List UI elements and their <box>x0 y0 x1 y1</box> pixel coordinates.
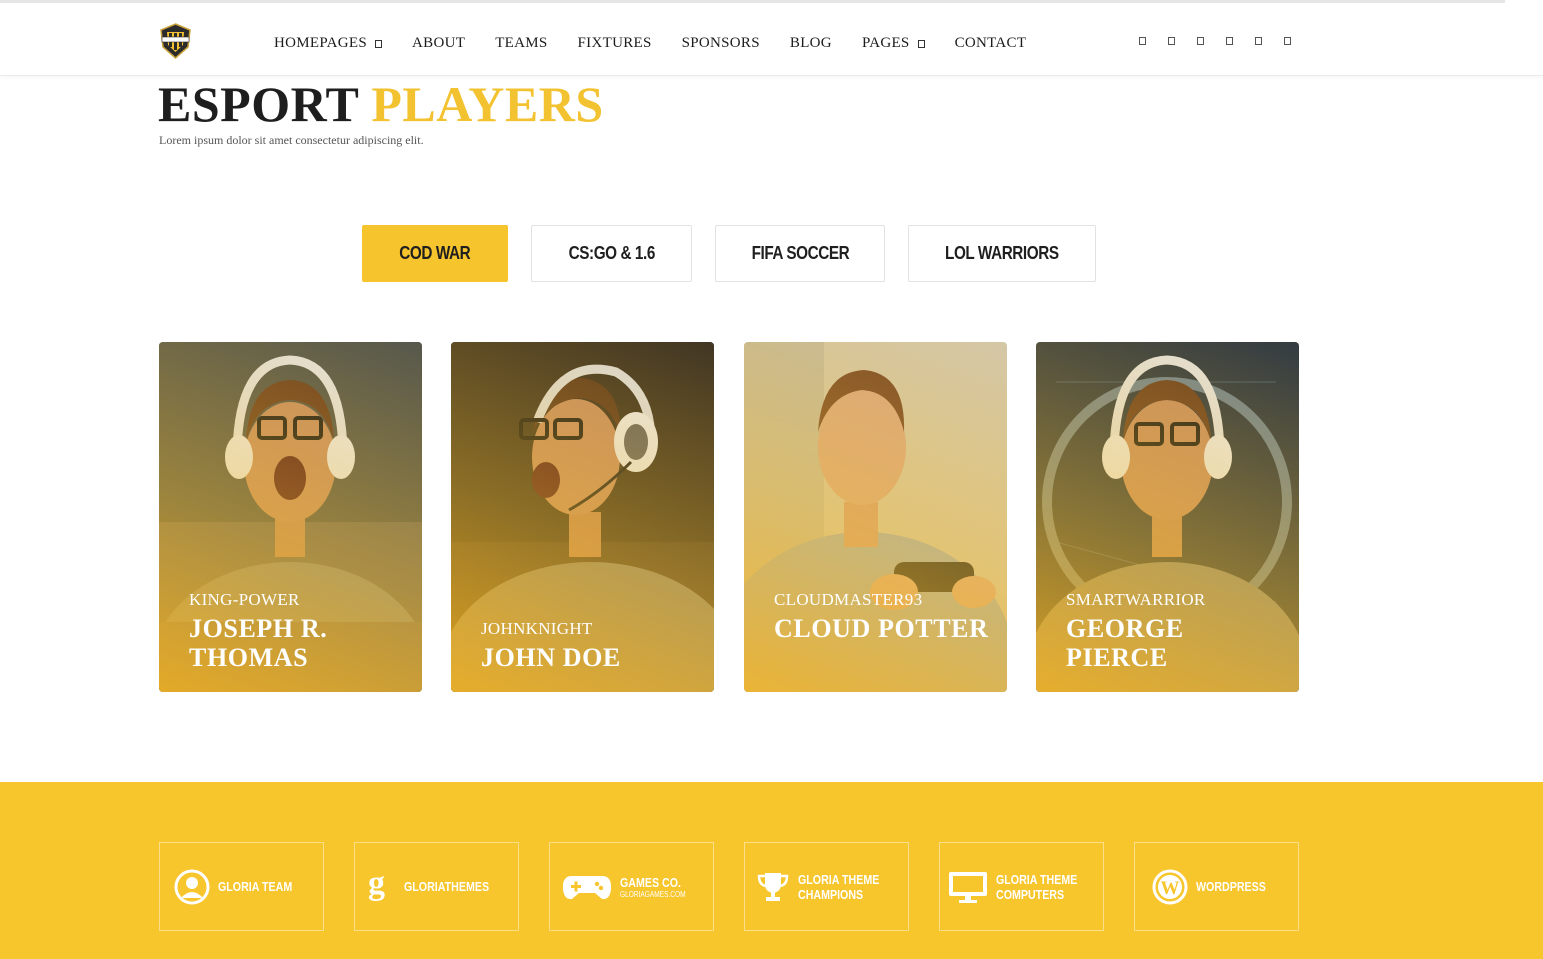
player-handle: SMARTWARRIOR <box>1066 590 1206 609</box>
gamepad-icon <box>563 875 612 899</box>
sponsor-line2: GLORIAGAMES.COM <box>620 889 687 899</box>
title-part-dark: ESPORT <box>158 76 359 132</box>
page-subtitle: Lorem ipsum dolor sit amet consectetur a… <box>159 133 424 147</box>
discord-icon[interactable] <box>1284 37 1291 45</box>
facebook-icon[interactable] <box>1139 37 1146 45</box>
social-links <box>1139 37 1313 45</box>
top-scroll-strip <box>0 0 1505 3</box>
player-card[interactable]: SMARTWARRIOR GEORGE PIERCE <box>1036 342 1299 692</box>
sponsor-line1: GLORIA THEME <box>797 871 880 887</box>
sponsor-logo-wordpress[interactable]: W WORDPRESS <box>1134 842 1299 931</box>
team-logo[interactable] <box>159 23 192 59</box>
trophy-icon <box>757 872 789 901</box>
sponsor-logo-champions[interactable]: GLORIA THEME CHAMPIONS <box>744 842 909 931</box>
player-name: CLOUD POTTER <box>774 614 989 643</box>
dropdown-caret-icon <box>917 39 925 48</box>
nav-item-sponsors[interactable]: SPONSORS <box>682 35 760 52</box>
player-handle: JOHNKNIGHT <box>481 619 593 638</box>
sponsor-line1: WORDPRESS <box>1195 879 1266 894</box>
player-handle: CLOUDMASTER93 <box>774 590 923 609</box>
sponsor-line1: GLORIATHEMES <box>403 879 489 894</box>
sponsor-logo-games-co[interactable]: GAMES CO. GLORIAGAMES.COM <box>549 842 714 931</box>
page-title: ESPORT PLAYERS <box>158 76 604 132</box>
sponsor-logo-gloriathemes[interactable]: g GLORIATHEMES <box>354 842 519 931</box>
nav-item-blog[interactable]: BLOG <box>790 35 832 52</box>
wordpress-icon: W <box>1152 869 1188 904</box>
player-handle: KING-POWER <box>189 590 300 609</box>
main-nav: HOMEPAGES ABOUT TEAMS FIXTURES SPONSORS … <box>274 35 1056 52</box>
youtube-icon[interactable] <box>1226 37 1233 45</box>
player-card[interactable]: KING-POWER JOSEPH R. THOMAS <box>159 342 422 692</box>
player-name: JOSEPH R. THOMAS <box>189 614 328 672</box>
svg-text:g: g <box>368 868 385 902</box>
sponsor-line2: COMPUTERS <box>995 886 1065 902</box>
instagram-icon[interactable] <box>1197 37 1204 45</box>
nav-item-about[interactable]: ABOUT <box>412 35 465 52</box>
dropdown-caret-icon <box>375 39 383 48</box>
nav-item-homepages[interactable]: HOMEPAGES <box>274 35 383 52</box>
sponsor-logo-computers[interactable]: GLORIA THEME COMPUTERS <box>939 842 1104 931</box>
twitter-icon[interactable] <box>1168 37 1175 45</box>
tab-fifa-soccer[interactable]: FIFA SOCCER <box>715 225 885 282</box>
tab-lol-warriors[interactable]: LOL WARRIORS <box>908 225 1096 282</box>
monitor-icon <box>948 871 987 903</box>
tab-csgo[interactable]: CS:GO & 1.6 <box>531 225 692 282</box>
nav-item-pages[interactable]: PAGES <box>862 35 925 52</box>
sponsor-logo-gloria-team[interactable]: GLORIA TEAM <box>159 842 324 931</box>
nav-item-contact[interactable]: CONTACT <box>955 35 1027 52</box>
player-card[interactable]: CLOUDMASTER93 CLOUD POTTER <box>744 342 1007 692</box>
tab-cod-war[interactable]: COD WAR <box>362 225 508 282</box>
sponsor-line1: GLORIA THEME <box>995 871 1078 887</box>
g-logo-icon: g <box>368 868 385 902</box>
sponsor-line2: CHAMPIONS <box>797 886 864 902</box>
title-part-accent: PLAYERS <box>371 76 604 132</box>
nav-item-teams[interactable]: TEAMS <box>495 35 547 52</box>
site-header: HOMEPAGES ABOUT TEAMS FIXTURES SPONSORS … <box>0 7 1543 76</box>
card-overlay <box>451 342 714 692</box>
nav-item-fixtures[interactable]: FIXTURES <box>578 35 652 52</box>
player-card[interactable]: JOHNKNIGHT JOHN DOE <box>451 342 714 692</box>
player-name: JOHN DOE <box>481 643 621 672</box>
sponsor-line1: GLORIA TEAM <box>218 879 293 894</box>
player-name: GEORGE PIERCE <box>1066 614 1184 672</box>
sponsor-line1: GAMES CO. <box>620 874 682 890</box>
svg-text:W: W <box>1160 878 1179 899</box>
twitch-icon[interactable] <box>1255 37 1262 45</box>
user-circle-icon <box>174 869 210 904</box>
